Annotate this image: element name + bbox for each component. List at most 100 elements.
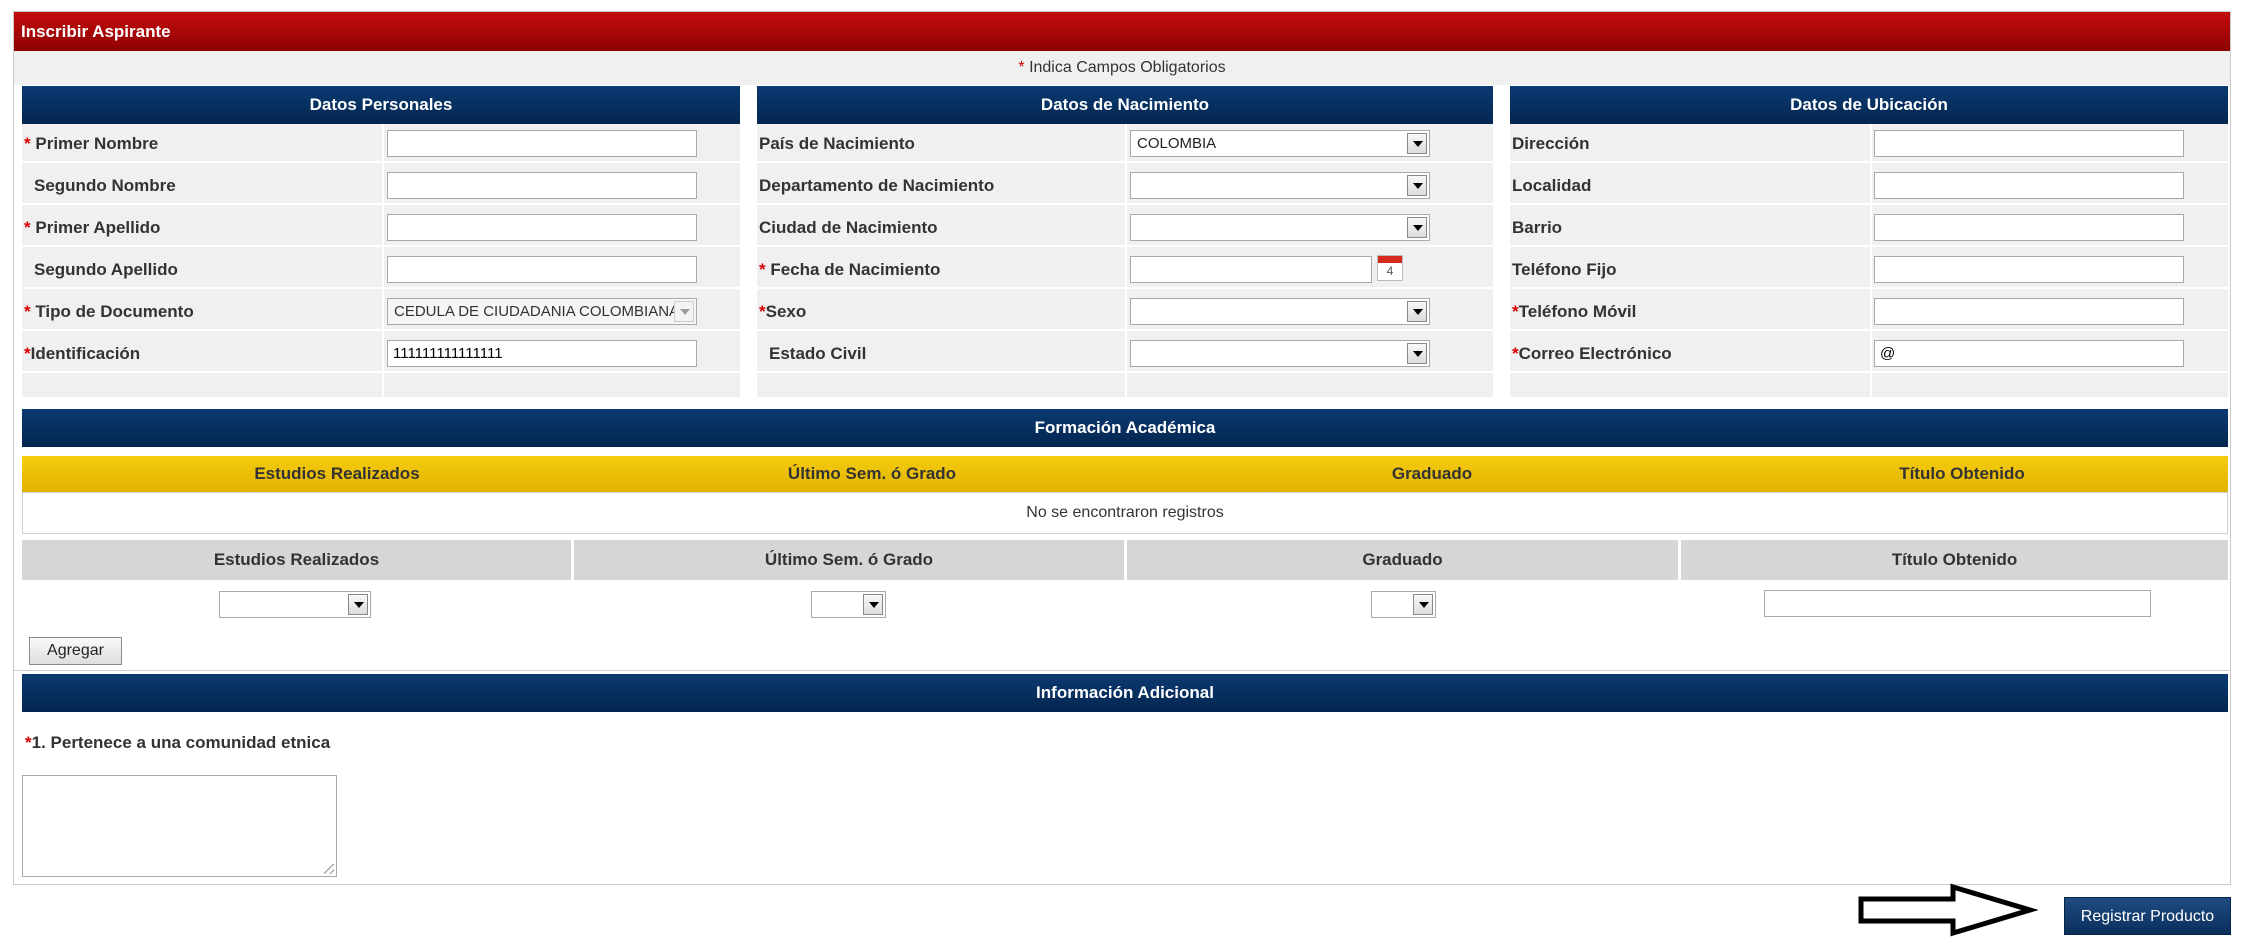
- fecha-nacimiento-input[interactable]: [1130, 256, 1372, 283]
- panel-header: Datos de Ubicación: [1510, 86, 2228, 124]
- ultimo-semestre-select[interactable]: [811, 591, 886, 618]
- field-label: * Fecha de Nacimiento: [759, 260, 941, 279]
- field-label: Barrio: [1512, 218, 1563, 237]
- field-label: Segundo Nombre: [34, 176, 176, 195]
- form-row: * Tipo de Documento CEDULA DE CIUDADANIA…: [22, 292, 740, 331]
- identificacion-input[interactable]: [387, 340, 697, 367]
- field-label: Ciudad de Nacimiento: [759, 218, 938, 237]
- form-row: Estado Civil: [757, 334, 1493, 373]
- form-row: Barrio: [1510, 208, 2228, 247]
- chevron-down-icon: [1413, 594, 1433, 615]
- required-note-text: Indica Campos Obligatorios: [1029, 59, 1226, 76]
- telefono-movil-input[interactable]: [1874, 298, 2184, 325]
- segundo-apellido-input[interactable]: [387, 256, 697, 283]
- agregar-button[interactable]: Agregar: [29, 637, 122, 665]
- form-title: Inscribir Aspirante: [21, 22, 171, 41]
- form-row: Departamento de Nacimiento: [757, 166, 1493, 205]
- panel-datos-nacimiento: Datos de Nacimiento País de Nacimiento C…: [757, 86, 1493, 397]
- graduado-select[interactable]: [1371, 591, 1436, 618]
- form-row: Segundo Apellido: [22, 250, 740, 289]
- field-label: Departamento de Nacimiento: [759, 176, 995, 195]
- field-label: Dirección: [1512, 134, 1590, 153]
- field-label: * Tipo de Documento: [24, 302, 194, 321]
- calendar-icon[interactable]: 4: [1377, 255, 1403, 281]
- titulo-obtenido-input[interactable]: [1764, 590, 2151, 617]
- chevron-down-icon: [1407, 343, 1427, 364]
- arrow-right-icon: [1858, 883, 2038, 937]
- chevron-down-icon: [863, 594, 883, 615]
- form-row: * Primer Apellido: [22, 208, 740, 247]
- selected-value: CEDULA DE CIUDADANIA COLOMBIANA: [394, 303, 680, 320]
- question-label: *1. Pertenece a una comunidad etnica: [25, 733, 331, 752]
- field-label: *Correo Electrónico: [1512, 344, 1672, 363]
- field-label: Localidad: [1512, 176, 1592, 195]
- field-label: *Sexo: [759, 302, 807, 321]
- field-label: País de Nacimiento: [759, 134, 915, 153]
- segundo-nombre-input[interactable]: [387, 172, 697, 199]
- comunidad-etnica-textarea[interactable]: [22, 775, 337, 877]
- form-row: Segundo Nombre: [22, 166, 740, 205]
- required-mark: *: [25, 733, 32, 752]
- form-row: *Correo Electrónico: [1510, 334, 2228, 373]
- field-label: Segundo Apellido: [34, 260, 178, 279]
- panel-datos-personales: Datos Personales * Primer Nombre Segundo…: [22, 86, 740, 397]
- chevron-down-icon: [1407, 301, 1427, 322]
- field-label: * Primer Apellido: [24, 218, 161, 237]
- entry-column-header: Título Obtenido: [1681, 540, 2228, 580]
- entry-column-header: Graduado: [1127, 540, 1678, 580]
- field-label: * Primer Nombre: [24, 134, 159, 153]
- field-label: *Identificación: [24, 344, 141, 363]
- required-note: * Indica Campos Obligatorios: [14, 51, 2230, 85]
- form-row: Teléfono Fijo: [1510, 250, 2228, 289]
- form-row: * Fecha de Nacimiento 4: [757, 250, 1493, 289]
- chevron-down-icon: [1407, 133, 1427, 154]
- form-row: Localidad: [1510, 166, 2228, 205]
- records-empty-message: No se encontraron registros: [22, 492, 2228, 534]
- form-row: Dirección: [1510, 124, 2228, 163]
- registrar-producto-button[interactable]: Registrar Producto: [2064, 897, 2231, 935]
- correo-electronico-input[interactable]: [1874, 340, 2184, 367]
- form-row: *Sexo: [757, 292, 1493, 331]
- panel-header: Datos Personales: [22, 86, 740, 124]
- required-mark: *: [1018, 59, 1025, 76]
- pais-nacimiento-select[interactable]: COLOMBIA: [1130, 130, 1430, 157]
- form-row: País de Nacimiento COLOMBIA: [757, 124, 1493, 163]
- ciudad-nacimiento-select[interactable]: [1130, 214, 1430, 241]
- column-header: Graduado: [1391, 464, 1473, 483]
- estudios-realizados-select[interactable]: [219, 591, 371, 618]
- direccion-input[interactable]: [1874, 130, 2184, 157]
- tipo-documento-select[interactable]: CEDULA DE CIUDADANIA COLOMBIANA: [387, 298, 697, 325]
- field-label: Estado Civil: [769, 344, 867, 363]
- estado-civil-select[interactable]: [1130, 340, 1430, 367]
- departamento-nacimiento-select[interactable]: [1130, 172, 1430, 199]
- field-label: Teléfono Fijo: [1512, 260, 1617, 279]
- panel-header: Datos de Nacimiento: [757, 86, 1493, 124]
- chevron-down-icon: [1407, 217, 1427, 238]
- column-header: Título Obtenido: [1899, 464, 2025, 483]
- section-header-formacion: Formación Académica: [22, 409, 2228, 447]
- entry-column-header: Último Sem. ó Grado: [574, 540, 1124, 580]
- panel-datos-ubicacion: Datos de Ubicación Dirección Localidad B…: [1510, 86, 2228, 397]
- localidad-input[interactable]: [1874, 172, 2184, 199]
- primer-nombre-input[interactable]: [387, 130, 697, 157]
- resize-grip-icon[interactable]: [324, 864, 334, 874]
- form-row: Ciudad de Nacimiento: [757, 208, 1493, 247]
- form-row: *Identificación: [22, 334, 740, 373]
- section-header-informacion-adicional: Información Adicional: [22, 674, 2228, 712]
- chevron-down-icon: [674, 301, 694, 322]
- telefono-fijo-input[interactable]: [1874, 256, 2184, 283]
- column-header: Último Sem. ó Grado: [787, 464, 957, 483]
- chevron-down-icon: [348, 594, 368, 615]
- selected-value: COLOMBIA: [1137, 135, 1217, 152]
- sexo-select[interactable]: [1130, 298, 1430, 325]
- form-row: * Primer Nombre: [22, 124, 740, 163]
- field-label: *Teléfono Móvil: [1512, 302, 1637, 321]
- form-title-bar: Inscribir Aspirante: [14, 12, 2230, 51]
- primer-apellido-input[interactable]: [387, 214, 697, 241]
- records-grid-header: Estudios Realizados Último Sem. ó Grado …: [22, 456, 2228, 492]
- divider: [14, 670, 2230, 671]
- chevron-down-icon: [1407, 175, 1427, 196]
- form-row: *Teléfono Móvil: [1510, 292, 2228, 331]
- entry-column-header: Estudios Realizados: [22, 540, 571, 580]
- barrio-input[interactable]: [1874, 214, 2184, 241]
